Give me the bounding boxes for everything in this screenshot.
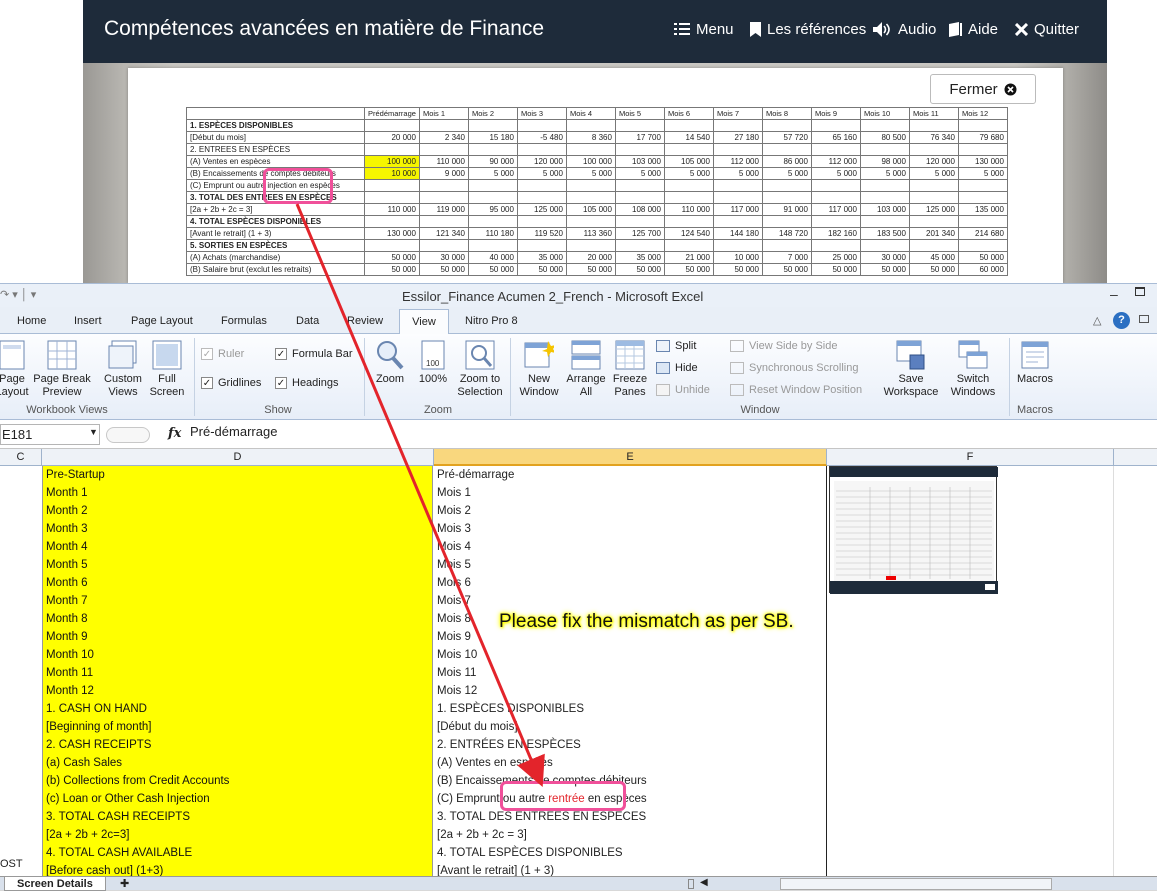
insert-sheet-icon[interactable]: ✚	[120, 877, 129, 890]
annotation-arrow	[295, 203, 545, 788]
scroll-left-icon[interactable]: ◀	[700, 877, 708, 888]
sheet-tab-bar: Screen Details ✚ ◀	[0, 876, 1157, 891]
sheet-tab-screen-details[interactable]: Screen Details	[4, 877, 106, 891]
tab-split-handle[interactable]	[688, 879, 694, 889]
horizontal-scrollbar[interactable]	[780, 878, 1052, 890]
annotation-text: Please fix the mismatch as per SB.	[499, 611, 794, 632]
